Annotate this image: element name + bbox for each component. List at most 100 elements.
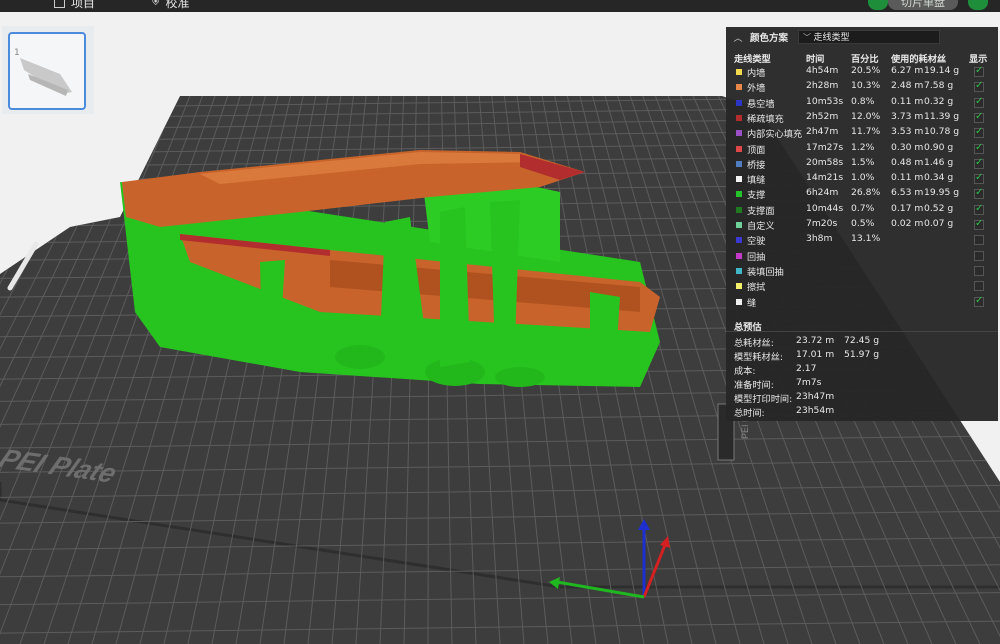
color-swatch bbox=[736, 84, 742, 91]
legend-row: 空驶 3h8m 13.1% bbox=[726, 233, 998, 248]
feature-weight: 19.14 g bbox=[924, 65, 960, 76]
project-icon bbox=[54, 0, 65, 8]
feature-name: 支撑面 bbox=[747, 205, 775, 217]
legend-row: 支撑 6h24m 26.8% 6.53 m 19.95 g bbox=[726, 187, 998, 202]
feature-weight: 19.95 g bbox=[924, 187, 960, 199]
feature-name: 悬空墙 bbox=[747, 98, 775, 110]
feature-weight: 0.32 g bbox=[924, 95, 954, 107]
estimate-label: 总耗材丝: bbox=[734, 338, 774, 349]
color-swatch bbox=[736, 145, 742, 152]
tab-calibrate-label: 校准 bbox=[165, 0, 190, 10]
feature-length: 3.53 m bbox=[891, 126, 924, 138]
visibility-checkbox[interactable] bbox=[974, 281, 984, 292]
estimate-divider bbox=[726, 331, 998, 332]
legend-row: 稀疏填充 2h52m 12.0% 3.73 m 11.39 g bbox=[726, 111, 998, 126]
feature-name: 空驶 bbox=[747, 236, 766, 248]
color-swatch bbox=[736, 298, 742, 305]
estimate-label: 准备时间: bbox=[734, 380, 774, 391]
tab-project[interactable]: 项目 bbox=[54, 0, 95, 11]
visibility-checkbox[interactable] bbox=[974, 265, 984, 276]
estimate-row: 总耗材丝: 23.72 m 72.45 g bbox=[726, 335, 998, 349]
visibility-checkbox[interactable] bbox=[974, 142, 984, 154]
feature-percent: 11.7% bbox=[851, 126, 881, 138]
feature-name: 回抽 bbox=[747, 251, 766, 263]
color-swatch bbox=[736, 267, 742, 274]
estimate-row: 准备时间: 7m7s bbox=[726, 377, 998, 391]
color-swatch bbox=[736, 69, 742, 75]
visibility-checkbox[interactable] bbox=[974, 172, 984, 185]
color-swatch bbox=[736, 99, 742, 106]
estimate-row: 模型耗材丝: 17.01 m 51.97 g bbox=[726, 349, 998, 363]
visibility-checkbox[interactable] bbox=[974, 235, 984, 246]
legend-header: ︿ 颜色方案 ﹀ 走线类型 bbox=[726, 27, 998, 47]
feature-percent: 0.8% bbox=[851, 95, 875, 107]
color-swatch bbox=[736, 283, 742, 290]
estimate-value: 23h47m bbox=[796, 391, 835, 402]
plate-number: 1 bbox=[14, 48, 20, 58]
top-toolbar: 项目 ⛨ 校准 切片单盘 bbox=[0, 0, 1000, 12]
visibility-checkbox[interactable] bbox=[974, 218, 984, 230]
legend-title: 颜色方案 bbox=[750, 33, 789, 44]
visibility-checkbox[interactable] bbox=[974, 250, 984, 261]
estimate-value-secondary: 72.45 g bbox=[844, 335, 880, 346]
feature-length: 6.53 m bbox=[891, 187, 924, 199]
print-button[interactable] bbox=[968, 0, 988, 10]
visibility-checkbox[interactable] bbox=[974, 111, 984, 123]
feature-length: 3.73 m bbox=[891, 110, 924, 122]
visibility-checkbox[interactable] bbox=[974, 65, 984, 77]
feature-time: 2h52m bbox=[806, 110, 839, 122]
legend-row: 内墙 4h54m 20.5% 6.27 m 19.14 g bbox=[726, 65, 998, 80]
visibility-checkbox[interactable] bbox=[974, 126, 984, 139]
legend-panel: ︿ 颜色方案 ﹀ 走线类型 走线类型 时间 百分比 使用的耗材丝 显示 内墙 4h… bbox=[726, 27, 998, 421]
3d-viewport[interactable]: u Textured PEI Plate PEI P bbox=[0, 12, 1000, 644]
feature-name: 装填回抽 bbox=[747, 266, 784, 278]
feature-name: 填缝 bbox=[747, 175, 766, 187]
feature-weight: 0.34 g bbox=[924, 172, 954, 184]
legend-row: 回抽 bbox=[726, 249, 998, 264]
visibility-checkbox[interactable] bbox=[974, 80, 984, 93]
feature-name: 缝 bbox=[747, 297, 757, 309]
feature-weight: 11.39 g bbox=[924, 110, 960, 122]
feature-percent: 0.7% bbox=[851, 202, 875, 214]
feature-percent: 10.3% bbox=[851, 80, 881, 92]
feature-time: 2h28m bbox=[806, 80, 839, 92]
color-swatch bbox=[736, 237, 742, 244]
visibility-checkbox[interactable] bbox=[974, 295, 984, 307]
feature-time: 3h8m bbox=[806, 233, 833, 245]
feature-time: 10m44s bbox=[806, 202, 844, 214]
feature-name: 支撑 bbox=[747, 190, 766, 202]
visibility-checkbox[interactable] bbox=[974, 96, 984, 108]
feature-weight: 0.07 g bbox=[924, 218, 954, 229]
estimate-value-secondary: 51.97 g bbox=[844, 349, 880, 360]
color-scheme-select[interactable]: ﹀ 走线类型 bbox=[798, 30, 940, 44]
col-header-filament: 使用的耗材丝 bbox=[891, 54, 947, 65]
feature-name: 内部实心填充 bbox=[747, 129, 803, 141]
slice-plate-button[interactable]: 切片单盘 bbox=[888, 0, 958, 10]
feature-length: 0.48 m bbox=[891, 156, 924, 168]
legend-row: 缝 bbox=[726, 295, 998, 310]
feature-time: 7m20s bbox=[806, 218, 838, 229]
feature-percent: 20.5% bbox=[851, 65, 881, 76]
chevron-up-icon[interactable]: ︿ bbox=[730, 31, 746, 44]
feature-length: 0.11 m bbox=[891, 95, 924, 107]
feature-time: 4h54m bbox=[806, 65, 839, 76]
feature-percent: 1.5% bbox=[851, 156, 875, 168]
feature-time: 6h24m bbox=[806, 187, 839, 199]
feature-name: 桥接 bbox=[747, 159, 766, 171]
feature-length: 0.02 m bbox=[891, 218, 924, 229]
visibility-checkbox[interactable] bbox=[974, 203, 984, 215]
feature-weight: 0.90 g bbox=[924, 141, 954, 153]
estimate-value: 7m7s bbox=[796, 377, 822, 388]
slice-dropdown-button[interactable] bbox=[868, 0, 888, 10]
col-header-percent: 百分比 bbox=[851, 54, 879, 65]
visibility-checkbox[interactable] bbox=[974, 187, 984, 200]
visibility-checkbox[interactable] bbox=[974, 157, 984, 169]
feature-percent: 0.5% bbox=[851, 218, 875, 229]
feature-weight: 0.52 g bbox=[924, 202, 954, 214]
feature-time: 2h47m bbox=[806, 126, 839, 138]
feature-length: 2.48 m bbox=[891, 80, 924, 92]
feature-length: 0.17 m bbox=[891, 202, 924, 214]
feature-name: 外墙 bbox=[747, 83, 766, 95]
tab-calibrate[interactable]: ⛨ 校准 bbox=[152, 0, 190, 11]
plate-thumbnail[interactable] bbox=[8, 32, 86, 110]
